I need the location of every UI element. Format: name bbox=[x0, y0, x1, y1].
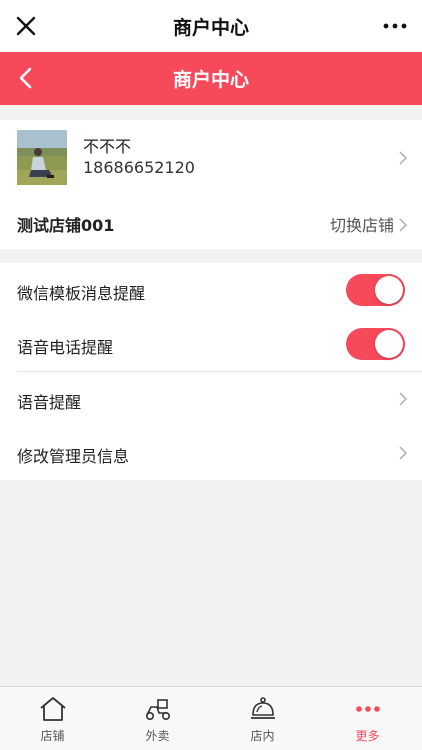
setting-label: 语音提醒 bbox=[17, 393, 82, 412]
tab-store[interactable]: 店铺 bbox=[0, 687, 105, 750]
wechat-template-reminder-row: 微信模板消息提醒 bbox=[0, 263, 422, 317]
voice-call-reminder-toggle[interactable] bbox=[346, 328, 405, 360]
page-title: 商户中心 bbox=[172, 69, 249, 91]
setting-label: 微信模板消息提醒 bbox=[17, 284, 146, 303]
voice-call-reminder-row: 语音电话提醒 bbox=[0, 317, 422, 371]
voice-reminder-row[interactable]: 语音提醒 bbox=[0, 372, 422, 426]
chevron-right-icon bbox=[399, 151, 408, 165]
chevron-right-icon bbox=[399, 218, 408, 232]
more-dots-icon bbox=[356, 706, 380, 712]
chevron-right-icon bbox=[399, 392, 408, 406]
delivery-scooter-icon bbox=[145, 699, 170, 720]
tab-label: 店铺 bbox=[40, 729, 65, 743]
tab-delivery[interactable]: 外卖 bbox=[105, 687, 210, 750]
edit-admin-info-row[interactable]: 修改管理员信息 bbox=[0, 426, 422, 480]
user-name: 不不不 bbox=[83, 137, 132, 156]
profile-card: 不不不 18686652120 测试店铺001 切换店铺 bbox=[0, 120, 422, 249]
store-name: 测试店铺001 bbox=[17, 216, 115, 235]
settings-card: 微信模板消息提醒 语音电话提醒 语音提醒 修改管理员信息 bbox=[0, 263, 422, 480]
tab-label: 店内 bbox=[250, 729, 275, 743]
bottom-tab-bar: 店铺 外卖 店内 更多 bbox=[0, 686, 422, 750]
service-bell-icon bbox=[251, 697, 275, 719]
user-phone: 18686652120 bbox=[83, 158, 195, 177]
window-title-bar: 商户中心 bbox=[0, 0, 422, 52]
user-info-row[interactable]: 不不不 18686652120 bbox=[0, 120, 422, 195]
toggle-knob bbox=[375, 276, 403, 304]
page-header: 商户中心 bbox=[0, 52, 422, 105]
wechat-template-reminder-toggle[interactable] bbox=[346, 274, 405, 306]
avatar bbox=[17, 130, 67, 185]
store-row[interactable]: 测试店铺001 切换店铺 bbox=[0, 195, 422, 249]
tab-dine-in[interactable]: 店内 bbox=[210, 687, 315, 750]
home-icon bbox=[40, 697, 66, 721]
back-icon[interactable] bbox=[14, 65, 40, 91]
more-options-icon[interactable] bbox=[382, 16, 408, 36]
tab-more[interactable]: 更多 bbox=[315, 687, 420, 750]
setting-label: 修改管理员信息 bbox=[17, 447, 130, 466]
switch-store-link[interactable]: 切换店铺 bbox=[330, 212, 394, 236]
chevron-right-icon bbox=[399, 446, 408, 460]
window-title: 商户中心 bbox=[172, 16, 249, 39]
toggle-knob bbox=[375, 330, 403, 358]
close-icon[interactable] bbox=[14, 14, 38, 38]
tab-label: 外卖 bbox=[145, 729, 170, 743]
setting-label: 语音电话提醒 bbox=[17, 338, 114, 357]
tab-label: 更多 bbox=[355, 729, 380, 743]
